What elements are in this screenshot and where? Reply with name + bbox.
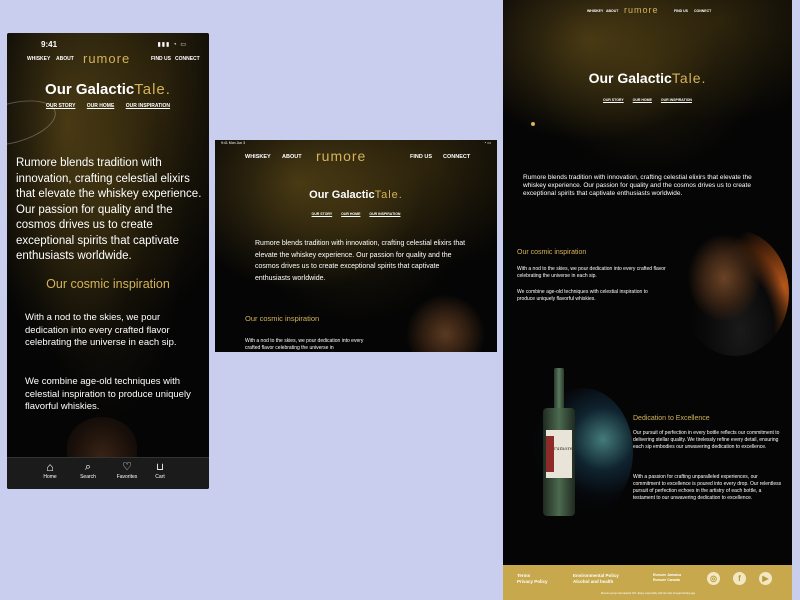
instagram-icon[interactable]: ◎ — [707, 572, 720, 585]
orbit-dot — [531, 122, 535, 126]
inspiration-paragraph-2: We combine age-old techniques with celes… — [517, 289, 648, 302]
status-icons: ◔ ▭ — [483, 140, 491, 145]
status-time: 9:41 — [41, 40, 58, 49]
subnav-our-story[interactable]: OUR STORY — [46, 103, 75, 109]
facebook-icon[interactable]: f — [733, 572, 746, 585]
footer-region-jamaica[interactable]: Rumore Jamaica — [653, 573, 681, 577]
home-icon: ⌂ — [46, 460, 54, 474]
brand-logo[interactable]: rumore — [624, 5, 659, 15]
bottle-label-stripe — [546, 436, 554, 472]
subnav-our-inspiration[interactable]: OUR INSPIRATION — [369, 212, 400, 216]
dedication-paragraph-1: Our pursuit of perfection in every bottl… — [633, 430, 780, 450]
inspiration-paragraph-1: With a nod to the skies, we pour dedicat… — [25, 312, 177, 348]
hero-title-accent: Tale. — [374, 189, 403, 201]
dedication-heading: Dedication to Excellence — [633, 415, 710, 422]
nav-about[interactable]: ABOUT — [282, 154, 302, 160]
intro-text: Rumore blends tradition with innovation,… — [255, 240, 466, 282]
footer-terms[interactable]: Terms — [517, 573, 530, 578]
inspiration-paragraph-2: We combine age-old techniques with celes… — [25, 376, 191, 412]
nav-whiskey[interactable]: WHISKEY — [27, 56, 50, 62]
dedication-paragraph-2: With a passion for crafting unparalleled… — [633, 474, 782, 501]
tab-cart[interactable]: ⊔ Cart — [147, 461, 173, 480]
cart-icon: ⊔ — [156, 462, 164, 473]
subnav-our-inspiration[interactable]: OUR INSPIRATION — [661, 98, 692, 102]
nav-connect[interactable]: CONNECT — [175, 56, 200, 62]
nav-about[interactable]: ABOUT — [606, 9, 618, 13]
subnav-our-home[interactable]: OUR HOME — [633, 98, 652, 102]
subnav-our-story[interactable]: OUR STORY — [312, 212, 333, 216]
nav-whiskey[interactable]: WHISKEY — [587, 9, 603, 13]
bottle-neck — [554, 368, 564, 410]
subnav-our-home[interactable]: OUR HOME — [341, 212, 360, 216]
nav-about[interactable]: ABOUT — [56, 56, 74, 62]
brand-logo[interactable]: rumore — [316, 148, 366, 164]
nav-connect[interactable]: CONNECT — [694, 9, 711, 13]
status-icons: ▮▮▮ ◔ ▭ — [157, 42, 187, 48]
youtube-icon[interactable]: ▶ — [759, 572, 772, 585]
hero-title: Our GalacticTale. — [503, 70, 792, 86]
tab-home-label: Home — [43, 474, 57, 480]
tablet-mockup: 9:41 Mon Jun 3 ◔ ▭ WHISKEY ABOUT rumore … — [215, 140, 497, 352]
tab-favorites[interactable]: ♡ Favorites — [111, 461, 143, 480]
nav-whiskey[interactable]: WHISKEY — [245, 154, 271, 160]
tab-favorites-label: Favorites — [116, 474, 138, 480]
model-portrait — [681, 230, 789, 356]
subnav-our-home[interactable]: OUR HOME — [87, 103, 115, 109]
tab-search-label: Search — [80, 474, 96, 480]
phone-mockup: 9:41 ▮▮▮ ◔ ▭ WHISKEY ABOUT rumore FIND U… — [7, 33, 209, 489]
bottle-label-text: rumore — [554, 446, 573, 452]
search-icon: ⌕ — [84, 461, 92, 473]
inspiration-heading: Our cosmic inspiration — [46, 277, 170, 291]
inspiration-heading: Our cosmic inspiration — [245, 314, 320, 323]
footer-region-canada[interactable]: Rumore Canada — [653, 578, 680, 582]
intro-text: Rumore blends tradition with innovation,… — [523, 174, 752, 197]
intro-text: Rumore blends tradition with innovation,… — [16, 157, 202, 262]
tab-cart-label: Cart — [155, 474, 165, 480]
tab-home[interactable]: ⌂ Home — [37, 460, 63, 481]
inspiration-heading: Our cosmic inspiration — [517, 249, 587, 256]
nav-find-us[interactable]: FIND US — [410, 154, 432, 160]
nav-find-us[interactable]: FIND US — [674, 9, 688, 13]
footer-legal: Rumore group international LTD. Enjoy re… — [600, 592, 696, 595]
site-footer: Terms Privacy Policy Environmental Polic… — [503, 565, 792, 600]
footer-privacy[interactable]: Privacy Policy — [517, 579, 548, 584]
footer-environmental[interactable]: Environmental Policy — [573, 573, 619, 578]
hero-title-accent: Tale. — [671, 70, 707, 86]
nav-find-us[interactable]: FIND US — [151, 56, 171, 62]
inspiration-paragraph-1: With a nod to the skies, we pour dedicat… — [245, 338, 364, 351]
hero-title: Our GalacticTale. — [7, 81, 209, 98]
hero-title-accent: Tale. — [134, 81, 171, 98]
whiskey-bottle[interactable]: rumore — [543, 368, 575, 516]
inspiration-paragraph-1: With a nod to the skies, we pour dedicat… — [517, 266, 666, 279]
tab-search[interactable]: ⌕ Search — [75, 461, 101, 480]
hero-title-main: Our Galactic — [45, 81, 135, 98]
heart-icon: ♡ — [122, 461, 132, 473]
bottle-label: rumore — [546, 430, 573, 478]
footer-alcohol-health[interactable]: Alcohol and health — [573, 579, 613, 584]
subnav-our-story[interactable]: OUR STORY — [603, 98, 624, 102]
hero-title-main: Our Galactic — [309, 189, 375, 201]
subnav-our-inspiration[interactable]: OUR INSPIRATION — [126, 103, 170, 109]
tab-bar: ⌂ Home ⌕ Search ♡ Favorites ⊔ Cart — [7, 457, 209, 489]
desktop-mockup: WHISKEY ABOUT rumore FIND US CONNECT Our… — [503, 0, 792, 600]
hero-title: Our GalacticTale. — [215, 189, 497, 201]
nav-connect[interactable]: CONNECT — [443, 154, 470, 160]
status-time: 9:41 Mon Jun 3 — [221, 141, 246, 145]
brand-logo[interactable]: rumore — [83, 51, 130, 66]
hero-title-main: Our Galactic — [588, 70, 672, 86]
